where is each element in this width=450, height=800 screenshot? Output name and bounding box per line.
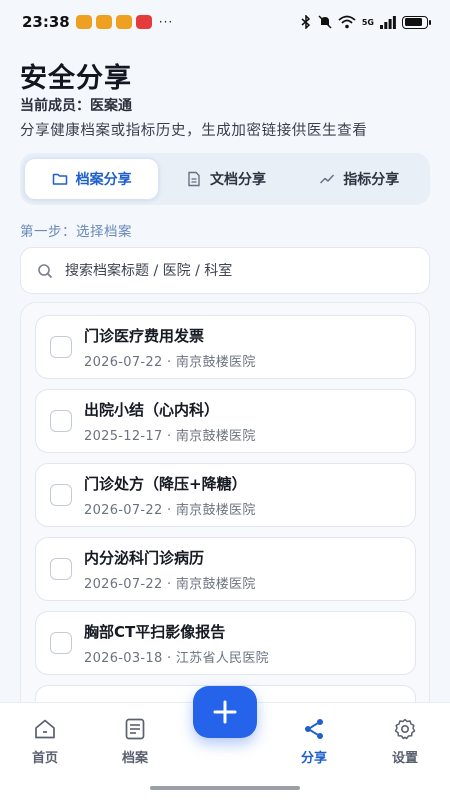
record-meta: 2026-07-22 · 南京鼓楼医院 [84,354,256,370]
record-title: 门诊医疗费用发票 [84,326,205,345]
record-meta: 2026-07-22 · 南京鼓楼医院 [84,576,256,592]
record-title: 胸部CT平扫影像报告 [84,622,226,641]
record-list: 门诊医疗费用发票 2026-07-22 · 南京鼓楼医院 出院小结（心内科） 2… [20,302,430,722]
battery-icon [402,15,431,29]
record-title: 内分泌科门诊病历 [84,548,205,567]
status-time: 23:38 [22,13,70,31]
bluetooth-icon [301,15,310,29]
signal-label: 5G [361,17,374,27]
record-checkbox[interactable] [50,410,72,432]
tab-indicator-share[interactable]: 指标分享 [293,158,426,200]
search-input[interactable] [65,262,405,279]
mute-icon [318,15,332,29]
record-meta: 2026-07-22 · 南京鼓楼医院 [84,502,256,518]
record-title: 出院小结（心内科） [84,400,220,419]
record-checkbox[interactable] [50,336,72,358]
app-notification-icon [95,15,112,29]
document-icon [188,171,200,187]
trend-icon [320,174,335,184]
nav-share[interactable]: 分享 [284,717,344,766]
nav-records[interactable]: 档案 [105,717,165,766]
share-icon [305,719,323,739]
tab-label: 档案分享 [75,172,132,188]
list-item[interactable]: 胸部CT平扫影像报告 2026-03-18 · 江苏省人民医院 [35,611,416,675]
nav-home[interactable]: 首页 [15,717,75,766]
list-item[interactable]: 内分泌科门诊病历 2026-07-22 · 南京鼓楼医院 [35,537,416,601]
nav-label: 设置 [391,751,418,766]
tab-document-share[interactable]: 文档分享 [159,158,292,200]
record-checkbox[interactable] [50,558,72,580]
system-icons: 5G [300,15,431,29]
signal-icon [380,15,396,29]
share-type-tabs: 档案分享 文档分享 指标分享 [20,153,430,205]
nav-settings[interactable]: 设置 [375,717,435,766]
step-label: 第一步：选择档案 [20,224,132,240]
home-indicator [150,786,300,790]
plus-icon [213,700,237,724]
search-icon [38,263,53,278]
battery-level [404,18,423,26]
record-meta: 2025-12-17 · 南京鼓楼医院 [84,428,256,444]
records-icon [125,718,145,740]
record-checkbox[interactable] [50,484,72,506]
record-title: 门诊处方（降压+降糖） [84,474,247,493]
list-item[interactable]: 出院小结（心内科） 2025-12-17 · 南京鼓楼医院 [35,389,416,453]
record-meta: 2026-03-18 · 江苏省人民医院 [84,650,269,666]
notification-icons: ··· [75,15,174,29]
home-icon [35,719,55,739]
more-notifications: ··· [158,15,174,29]
list-item[interactable]: 门诊医疗费用发票 2026-07-22 · 南京鼓楼医院 [35,315,416,379]
record-checkbox[interactable] [50,632,72,654]
search-box[interactable] [20,247,430,294]
tab-label: 指标分享 [343,172,400,188]
folder-icon [52,173,67,185]
nav-label: 档案 [121,751,148,766]
app-notification-icon [135,15,152,29]
tab-label: 文档分享 [209,172,266,188]
add-button[interactable] [193,686,257,738]
app-notification-icon [115,15,132,29]
page-title: 安全分享 [20,63,132,94]
tab-record-share[interactable]: 档案分享 [24,158,160,200]
status-bar: 23:38 ··· 5G [0,0,450,44]
list-item[interactable]: 门诊处方（降压+降糖） 2026-07-22 · 南京鼓楼医院 [35,463,416,527]
nav-label: 首页 [31,751,58,766]
nav-label: 分享 [300,751,327,766]
app-notification-icon [75,15,92,29]
wifi-icon [338,15,356,29]
settings-icon [394,718,416,740]
current-member: 当前成员：医案通 [20,98,132,114]
page-subtitle: 分享健康档案或指标历史，生成加密链接供医生查看 [20,123,368,139]
